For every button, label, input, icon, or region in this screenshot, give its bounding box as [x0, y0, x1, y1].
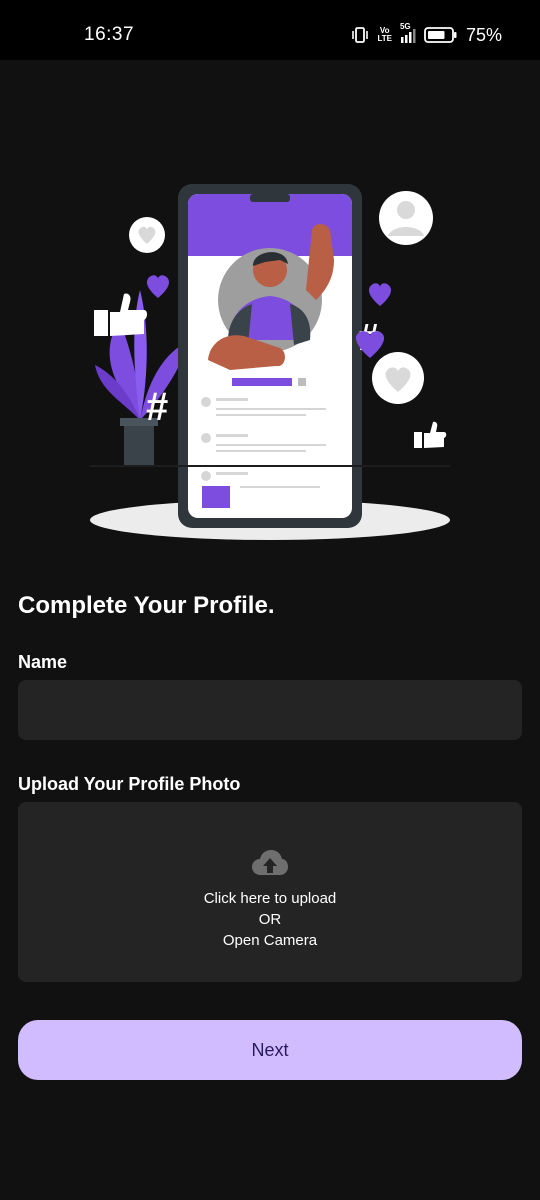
signal-label: 5G [399, 22, 411, 31]
heart-bubble-icon [129, 217, 165, 253]
status-icons: Vo LTE 5G 75% [351, 22, 502, 48]
phone-icon [178, 184, 362, 528]
thumbs-up-icon [414, 421, 447, 448]
battery-percent: 75% [465, 24, 502, 45]
upload-instruction: Click here to upload [203, 890, 337, 907]
status-time: 16:37 [84, 24, 135, 45]
svg-text:#: # [146, 385, 168, 429]
heart-icon [368, 283, 392, 306]
status-bar: 16:37 Vo LTE 5G 75% [0, 0, 540, 60]
battery-icon [424, 26, 458, 44]
signal-icon: 5G [400, 22, 416, 44]
name-input[interactable] [18, 680, 522, 740]
next-button[interactable]: Next [18, 1020, 522, 1080]
upload-photo-area[interactable]: Click here to upload OR Open Camera [18, 802, 522, 982]
page-title: Complete Your Profile. [18, 592, 275, 619]
heart-bubble-icon [372, 352, 424, 404]
upload-or-label: OR [258, 911, 282, 928]
vibrate-icon [351, 27, 369, 43]
heart-icon [146, 275, 170, 298]
avatar-bubble-icon [379, 191, 433, 245]
cloud-upload-icon [251, 849, 289, 882]
photo-label: Upload Your Profile Photo [18, 774, 241, 794]
volte-bottom-label: LTE [377, 34, 392, 43]
open-camera-link[interactable]: Open Camera [223, 930, 317, 951]
name-label: Name [18, 652, 68, 672]
volte-indicator: Vo LTE [377, 27, 392, 43]
profile-illustration: # [80, 170, 460, 550]
